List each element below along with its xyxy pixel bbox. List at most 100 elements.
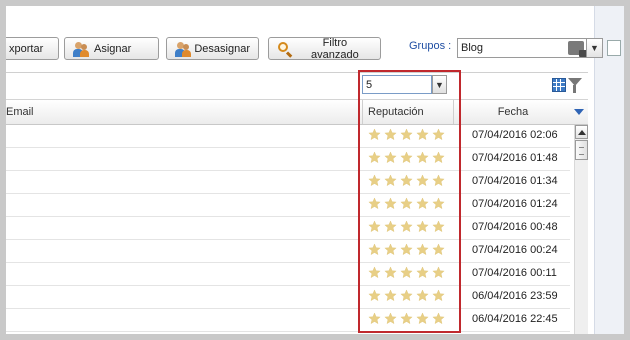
users-icon — [175, 41, 191, 57]
star-icon — [432, 174, 445, 187]
column-header-email-label: Email — [6, 106, 34, 118]
star-icon — [416, 220, 429, 233]
column-separator[interactable] — [362, 100, 363, 124]
scroll-up-icon[interactable] — [575, 125, 588, 139]
star-icon — [368, 220, 381, 233]
star-rating — [368, 197, 445, 213]
table-row[interactable]: 07/04/2016 02:06 — [6, 125, 570, 148]
star-rating — [368, 174, 445, 190]
table-row[interactable]: 07/04/2016 01:24 — [6, 194, 570, 217]
desasignar-button[interactable]: Desasignar — [166, 37, 259, 60]
fecha-cell: 07/04/2016 01:34 — [472, 175, 558, 187]
star-icon — [400, 151, 413, 164]
fecha-cell: 06/04/2016 23:59 — [472, 290, 558, 302]
column-header-reputacion[interactable]: Reputación — [368, 100, 450, 124]
export-button[interactable]: xportar — [6, 37, 59, 60]
grid-tools — [552, 78, 586, 94]
reputation-filter-input[interactable]: 5 — [362, 75, 432, 94]
star-icon — [432, 128, 445, 141]
asignar-button-label: Asignar — [94, 42, 132, 55]
star-icon — [432, 266, 445, 279]
star-icon — [368, 128, 381, 141]
star-icon — [400, 289, 413, 302]
star-icon — [432, 243, 445, 256]
fecha-cell: 07/04/2016 01:48 — [472, 152, 558, 164]
table-row[interactable]: 06/04/2016 22:45 — [6, 309, 570, 332]
column-header-email[interactable]: Email — [6, 100, 356, 124]
sort-descending-icon[interactable] — [574, 109, 584, 115]
star-icon — [368, 151, 381, 164]
star-icon — [416, 151, 429, 164]
table-row[interactable]: 07/04/2016 00:24 — [6, 240, 570, 263]
table-row[interactable]: 07/04/2016 00:11 — [6, 263, 570, 286]
column-header-fecha-label: Fecha — [497, 106, 529, 118]
group-settings-icon[interactable] — [568, 41, 587, 57]
star-icon — [384, 151, 397, 164]
fecha-cell: 07/04/2016 00:11 — [472, 267, 557, 279]
star-rating — [368, 289, 445, 305]
magnifier-icon — [277, 41, 293, 58]
fecha-cell: 07/04/2016 02:06 — [472, 129, 558, 141]
column-chooser-icon[interactable] — [552, 78, 566, 92]
star-icon — [368, 174, 381, 187]
advanced-filter-button[interactable]: Filtro avanzado — [268, 37, 381, 61]
column-header-fecha[interactable]: Fecha — [454, 100, 572, 124]
desasignar-button-label: Desasignar — [194, 42, 250, 55]
grid-header: Email Reputación Fecha — [6, 99, 588, 125]
funnel-icon[interactable] — [568, 78, 582, 93]
asignar-button[interactable]: Asignar — [64, 37, 159, 60]
star-icon — [368, 289, 381, 302]
export-button-label: xportar — [9, 42, 44, 55]
star-icon — [368, 266, 381, 279]
star-icon — [384, 174, 397, 187]
table-row[interactable]: 06/04/2016 23:59 — [6, 286, 570, 309]
star-icon — [416, 312, 429, 325]
star-icon — [384, 128, 397, 141]
star-icon — [416, 128, 429, 141]
star-rating — [368, 151, 445, 167]
star-icon — [400, 266, 413, 279]
star-icon — [400, 220, 413, 233]
side-checkbox[interactable] — [607, 40, 621, 56]
star-icon — [384, 266, 397, 279]
star-icon — [416, 289, 429, 302]
star-icon — [416, 197, 429, 210]
star-icon — [416, 266, 429, 279]
star-icon — [384, 312, 397, 325]
star-icon — [368, 197, 381, 210]
data-grid: 5 ▼ Email Reputación Fecha 07/04/2016 02… — [6, 72, 588, 334]
table-row[interactable]: 07/04/2016 01:34 — [6, 171, 570, 194]
column-header-reputacion-label: Reputación — [368, 106, 424, 118]
vertical-scrollbar[interactable] — [574, 125, 588, 334]
star-rating — [368, 128, 445, 144]
reputation-filter-dropdown[interactable]: ▼ — [432, 75, 447, 94]
star-icon — [400, 128, 413, 141]
star-icon — [400, 243, 413, 256]
fecha-cell: 07/04/2016 00:24 — [472, 244, 558, 256]
app-panel: xportar Asignar Desasignar Filtro avanza… — [6, 6, 624, 334]
star-icon — [400, 197, 413, 210]
grupos-select[interactable]: Blog ▼ — [457, 38, 603, 58]
star-icon — [368, 312, 381, 325]
users-icon — [73, 41, 89, 57]
star-icon — [384, 197, 397, 210]
star-icon — [432, 312, 445, 325]
scroll-thumb[interactable] — [575, 140, 588, 160]
table-row[interactable]: 07/04/2016 01:48 — [6, 148, 570, 171]
star-icon — [416, 174, 429, 187]
chevron-down-icon[interactable]: ▼ — [586, 39, 602, 57]
star-icon — [384, 289, 397, 302]
table-row[interactable]: 06/04/2016 22:43 — [6, 332, 570, 334]
fecha-cell: 07/04/2016 01:24 — [472, 198, 558, 210]
table-row[interactable]: 07/04/2016 00:48 — [6, 217, 570, 240]
toolbar: xportar Asignar Desasignar Filtro avanza… — [6, 6, 603, 66]
star-icon — [432, 197, 445, 210]
star-rating — [368, 243, 445, 259]
star-icon — [432, 151, 445, 164]
star-icon — [416, 243, 429, 256]
grid-rows: 07/04/2016 02:06 07/04/2016 01:48 07/04/20… — [6, 125, 570, 334]
star-icon — [400, 312, 413, 325]
grupos-label: Grupos : — [409, 40, 452, 52]
star-icon — [384, 220, 397, 233]
star-icon — [432, 220, 445, 233]
